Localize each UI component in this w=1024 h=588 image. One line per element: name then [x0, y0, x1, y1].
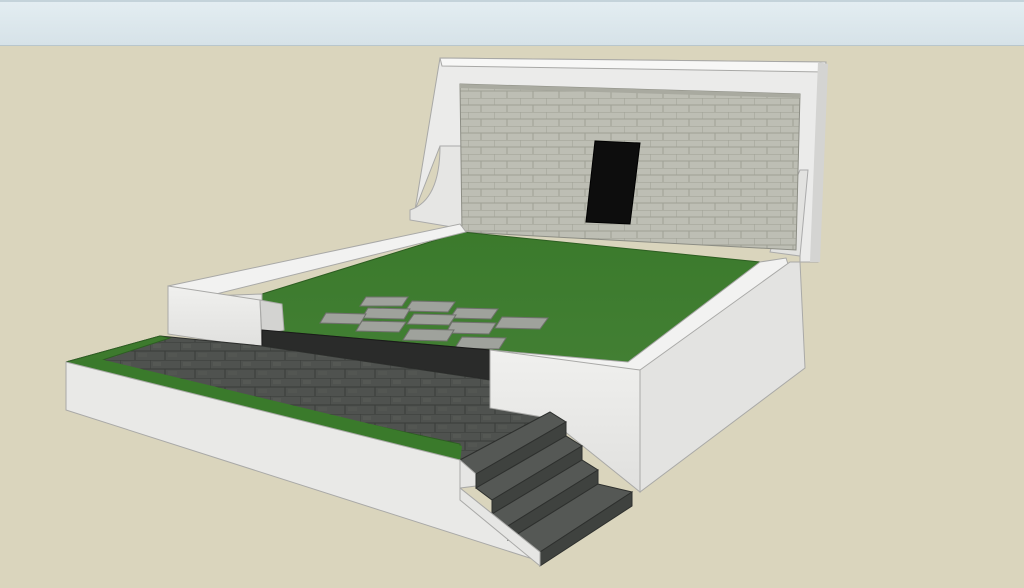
model-viewport[interactable]	[0, 46, 1024, 588]
sketchup-window	[0, 0, 1024, 588]
toolbar-top-edge	[0, 0, 1024, 2]
model-canvas[interactable]	[0, 46, 1024, 588]
toolbar-area	[0, 0, 1024, 46]
door-opening[interactable]	[585, 140, 641, 225]
